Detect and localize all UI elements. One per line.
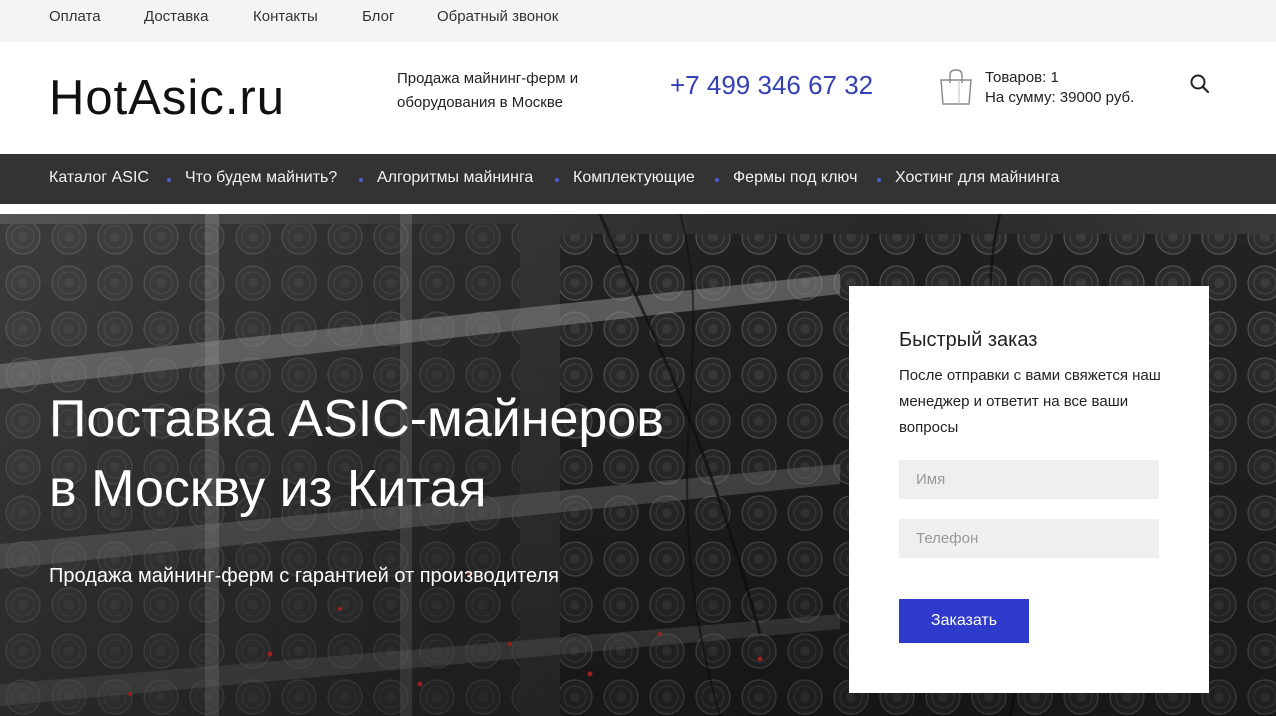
topbar-link-blog[interactable]: Блог (362, 8, 394, 25)
header-phone-link[interactable]: +7 499 346 67 32 (670, 70, 873, 101)
topbar-link-delivery[interactable]: Доставка (144, 8, 208, 25)
topbar-link-contacts[interactable]: Контакты (253, 8, 318, 25)
quick-order-form: Быстрый заказ После отправки с вами свяж… (849, 286, 1209, 693)
order-form-title: Быстрый заказ (899, 329, 1038, 351)
cart-summary: Товаров: 1 На сумму: 39000 руб. (985, 68, 1134, 108)
search-icon[interactable] (1188, 72, 1212, 96)
nav-separator (715, 178, 719, 182)
main-navigation: Каталог ASIC Что будем майнить? Алгоритм… (0, 154, 1276, 204)
nav-item-asic-catalog[interactable]: Каталог ASIC (49, 169, 149, 187)
cart-items-count: Товаров: 1 (985, 69, 1059, 86)
nav-item-turnkey-farms[interactable]: Фермы под ключ (733, 169, 857, 187)
order-submit-button[interactable]: Заказать (899, 599, 1029, 643)
order-form-description: После отправки с вами свяжется наш менед… (899, 367, 1161, 436)
name-input[interactable] (899, 460, 1159, 499)
nav-item-what-to-mine[interactable]: Что будем майнить? (185, 169, 337, 187)
site-logo[interactable]: HotAsic.ru (49, 70, 285, 126)
hero-section: Поставка ASIC-майнеров в Москву из Китая… (0, 214, 1276, 716)
site-header: HotAsic.ru Продажа майнинг-ферм и оборуд… (0, 42, 1276, 154)
header-tagline: Продажа майнинг-ферм и оборудования в Мо… (397, 70, 579, 111)
shopping-bag-icon (940, 69, 972, 105)
nav-item-mining-algorithms[interactable]: Алгоритмы майнинга (377, 169, 533, 187)
nav-separator (359, 178, 363, 182)
cart-total: На сумму: 39000 руб. (985, 89, 1135, 106)
hero-title-line-1: Поставка ASIC-майнеров (49, 390, 664, 448)
topbar: Оплата Доставка Контакты Блог Обратный з… (0, 0, 1276, 42)
hero-title: Поставка ASIC-майнеров в Москву из Китая (49, 384, 809, 524)
nav-item-components[interactable]: Комплектующие (573, 169, 695, 187)
header-cart[interactable]: Товаров: 1 На сумму: 39000 руб. (938, 68, 1158, 112)
hero-title-line-2: в Москву из Китая (49, 460, 487, 518)
nav-separator (877, 178, 881, 182)
nav-separator (167, 178, 171, 182)
topbar-link-payment[interactable]: Оплата (49, 8, 101, 25)
nav-separator (555, 178, 559, 182)
topbar-link-callback[interactable]: Обратный звонок (437, 8, 558, 25)
phone-input[interactable] (899, 519, 1159, 558)
nav-item-mining-hosting[interactable]: Хостинг для майнинга (895, 169, 1059, 187)
hero-subtitle: Продажа майнинг-ферм с гарантией от прои… (49, 565, 559, 587)
